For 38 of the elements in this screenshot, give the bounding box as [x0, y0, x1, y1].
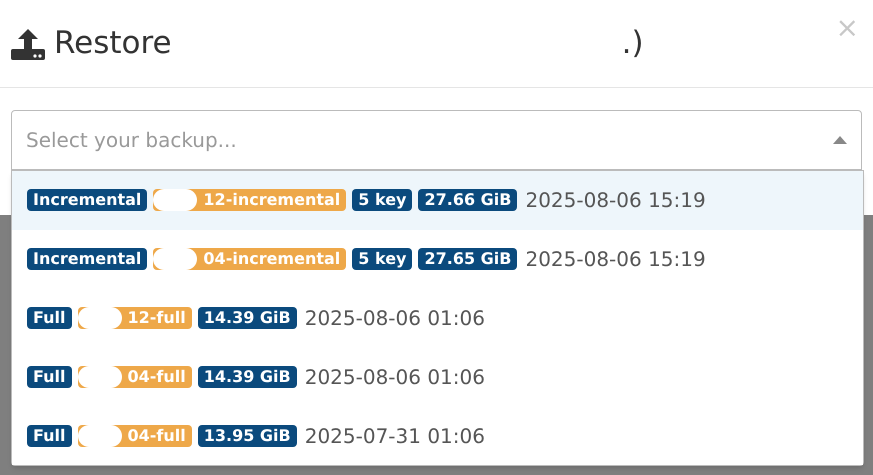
backup-type-tag: Full: [27, 306, 72, 329]
backup-name-tag: 12-full: [128, 306, 192, 329]
backup-name-tag: 12-incremental: [203, 189, 346, 212]
backup-type-tag: Incremental: [27, 189, 148, 212]
search-input[interactable]: Select your backup...: [26, 125, 833, 155]
caret-icon: [833, 136, 847, 144]
backup-option[interactable]: Full 12-full 14.39 GiB 2025-08-06 01:06: [12, 288, 863, 348]
size-tag: 13.95 GiB: [198, 424, 297, 447]
backup-name-tag: 04-full: [128, 424, 192, 447]
backup-type-tag: Full: [27, 366, 72, 388]
backup-name-tag: 04-full: [128, 366, 192, 388]
redaction-mark: [78, 366, 128, 388]
backup-type-tag: Full: [27, 424, 72, 447]
backup-option[interactable]: Incremental 04-incremental 5 key 27.65 GiB 2025-08-06 15:19: [12, 230, 863, 289]
backup-date: 2025-07-31 01:06: [304, 422, 485, 450]
backup-date: 2025-08-06 15:19: [525, 246, 706, 274]
backup-option[interactable]: Incremental 12-incremental 5 key 27.66 GiB 2025-08-06 15:19: [12, 171, 863, 230]
backup-select-field[interactable]: Select your backup...: [11, 110, 862, 170]
key-count-tag: 5 key: [352, 248, 412, 270]
size-tag: 14.39 GiB: [198, 366, 297, 388]
size-tag: 27.65 GiB: [418, 248, 518, 270]
dialog-title: Restore: [54, 24, 172, 64]
backup-name-tag: 04-incremental: [203, 248, 346, 270]
size-tag: 27.66 GiB: [418, 189, 518, 212]
backup-option[interactable]: Full 04-full 14.39 GiB 2025-08-06 01:06: [12, 347, 863, 406]
key-count-tag: 5 key: [352, 189, 412, 212]
backup-date: 2025-08-06 15:19: [525, 187, 706, 214]
title-fragment: .): [622, 24, 644, 64]
backup-type-tag: Incremental: [27, 248, 148, 270]
redaction-mark: [78, 424, 128, 447]
size-tag: 14.39 GiB: [198, 306, 297, 329]
backup-date: 2025-08-06 01:06: [304, 304, 485, 332]
upload-icon: [10, 26, 46, 60]
backup-date: 2025-08-06 01:06: [304, 364, 485, 391]
redaction-mark: [153, 248, 204, 270]
redaction-mark: [153, 189, 204, 212]
backup-option[interactable]: Full 04-full 13.95 GiB 2025-07-31 01:06: [12, 406, 863, 465]
redaction-mark: [78, 306, 128, 329]
